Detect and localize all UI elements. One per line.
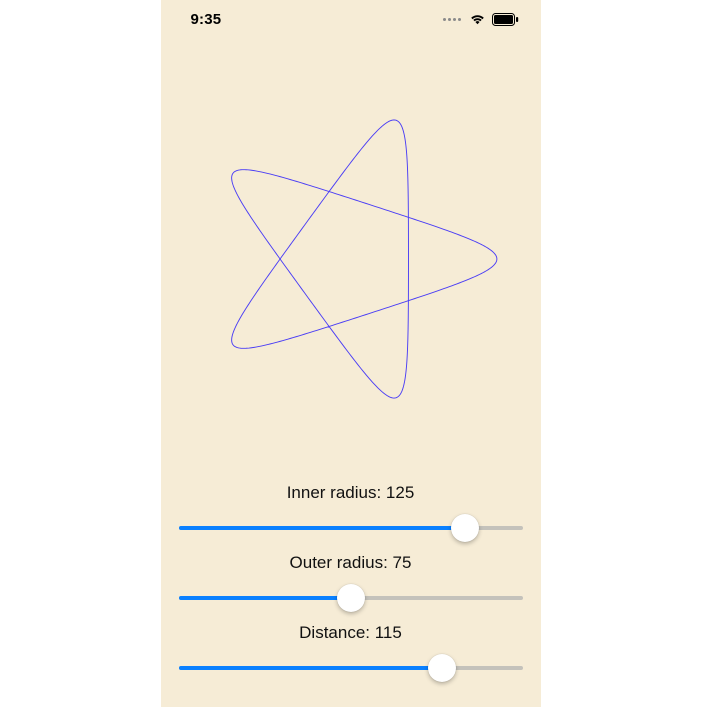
slider-fill	[179, 666, 443, 670]
status-time: 9:35	[191, 11, 222, 28]
outer-radius-control: Outer radius: 75	[179, 553, 523, 615]
slider-fill	[179, 596, 351, 600]
slider-fill	[179, 526, 466, 530]
inner-radius-label-value: 125	[386, 483, 414, 502]
distance-label-value: 115	[375, 623, 402, 642]
outer-radius-label-value: 75	[393, 553, 412, 572]
distance-slider[interactable]	[179, 651, 523, 685]
signal-dots-icon	[443, 18, 461, 21]
inner-radius-control: Inner radius: 125	[179, 483, 523, 545]
controls-panel: Inner radius: 125 Outer radius: 75 Dista…	[161, 475, 541, 707]
inner-radius-label: Inner radius: 125	[179, 483, 523, 503]
status-indicators	[443, 13, 519, 26]
wifi-icon	[469, 13, 486, 25]
battery-icon	[492, 13, 519, 26]
slider-thumb[interactable]	[337, 584, 365, 612]
slider-thumb[interactable]	[451, 514, 479, 542]
outer-radius-slider[interactable]	[179, 581, 523, 615]
inner-radius-slider[interactable]	[179, 511, 523, 545]
distance-label-prefix: Distance:	[299, 623, 375, 642]
outer-radius-label: Outer radius: 75	[179, 553, 523, 573]
status-bar: 9:35	[161, 0, 541, 38]
distance-control: Distance: 115	[179, 623, 523, 685]
slider-thumb[interactable]	[428, 654, 456, 682]
inner-radius-label-prefix: Inner radius:	[287, 483, 386, 502]
spirograph-figure	[191, 89, 511, 434]
phone-screen: 9:35	[161, 0, 541, 707]
distance-label: Distance: 115	[179, 623, 523, 643]
drawing-canvas	[161, 38, 541, 475]
outer-radius-label-prefix: Outer radius:	[290, 553, 393, 572]
